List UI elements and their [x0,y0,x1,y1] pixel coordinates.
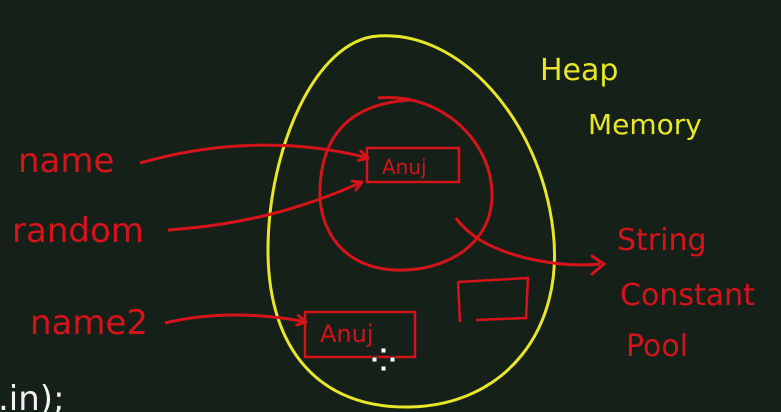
variable-name2: name2 [30,303,148,343]
pool-label-line2: Constant [620,278,755,313]
crosshair-cursor-icon [371,347,396,372]
pool-label-line1: String [617,223,707,258]
variable-random: random [12,211,144,251]
heap-object-value: Anuj [320,320,374,348]
heap-title-line1: Heap [540,53,618,88]
pool-label-line3: Pool [626,329,688,364]
arrow-name-to-pool-object [139,143,368,165]
arrow-random-to-pool-object [167,182,362,232]
string-constant-pool-circle [318,96,494,272]
whiteboard-canvas: Heap Memory String Constant Pool name ra… [0,34,755,412]
heap-title-line2: Memory [588,108,702,141]
empty-pool-slot-box [456,276,530,323]
code-fragment: .in); [0,379,65,412]
pool-object-value: Anuj [382,155,427,179]
heap-memory-boundary [266,34,556,409]
variable-name: name [18,141,114,181]
arrow-pool-label-to-circle [454,217,601,267]
arrow-name2-to-heap-object [164,313,306,323]
